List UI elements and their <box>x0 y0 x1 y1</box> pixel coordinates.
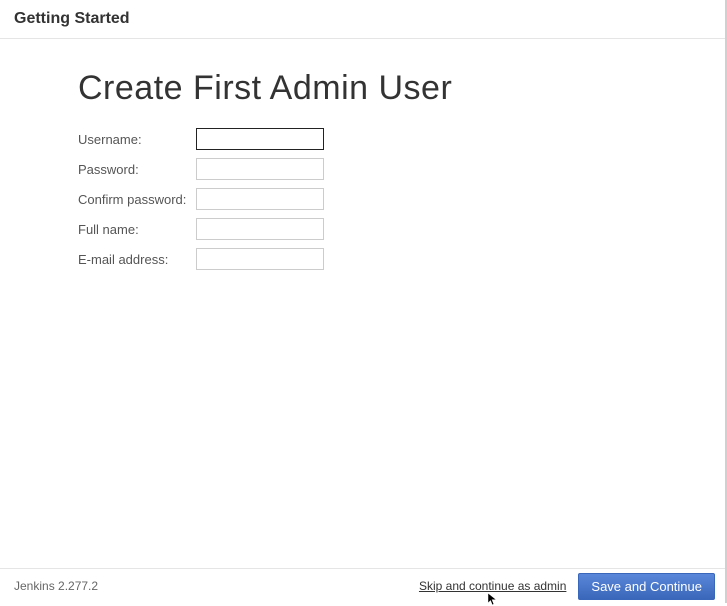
password-input[interactable] <box>196 158 324 180</box>
full-name-label: Full name: <box>78 214 196 244</box>
footer: Jenkins 2.277.2 Skip and continue as adm… <box>0 568 727 603</box>
email-label: E-mail address: <box>78 244 196 274</box>
confirm-password-input[interactable] <box>196 188 324 210</box>
skip-link[interactable]: Skip and continue as admin <box>419 579 566 593</box>
version-label: Jenkins 2.277.2 <box>14 579 98 593</box>
page-title: Create First Admin User <box>78 69 697 108</box>
header: Getting Started <box>0 0 727 39</box>
admin-user-form: Username: Password: Confirm password: Fu… <box>78 124 324 274</box>
username-input[interactable] <box>196 128 324 150</box>
full-name-input[interactable] <box>196 218 324 240</box>
confirm-password-label: Confirm password: <box>78 184 196 214</box>
username-label: Username: <box>78 124 196 154</box>
main-content: Create First Admin User Username: Passwo… <box>0 39 727 274</box>
password-label: Password: <box>78 154 196 184</box>
header-title: Getting Started <box>14 10 713 28</box>
save-and-continue-button[interactable]: Save and Continue <box>578 573 715 600</box>
email-input[interactable] <box>196 248 324 270</box>
